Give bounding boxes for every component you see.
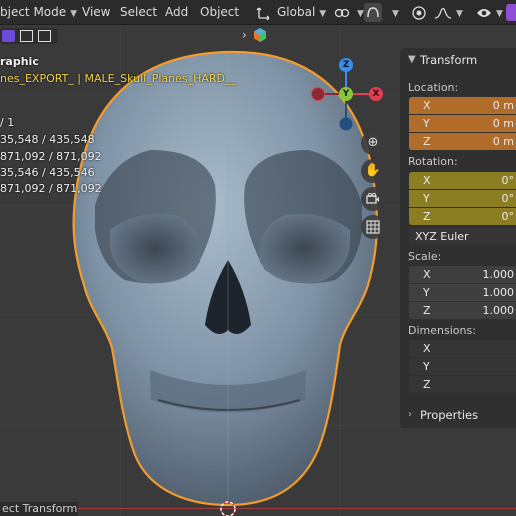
location-x-field[interactable]: X 0 m <box>409 97 516 114</box>
location-label: Location: <box>408 81 459 94</box>
stat-edges: 871,092 / 871,092 <box>0 150 102 163</box>
object-data-icon[interactable] <box>253 27 267 46</box>
properties-panel-header[interactable]: › Properties <box>400 404 516 426</box>
rotation-z-field[interactable]: Z 0° <box>409 208 516 225</box>
select-mode-buttons <box>0 28 58 44</box>
dimensions-y-field[interactable]: Y <box>409 358 516 375</box>
stat-faces: 35,546 / 435,546 <box>0 166 95 179</box>
gizmo-z-axis[interactable]: Z <box>339 58 353 72</box>
rotation-y-field[interactable]: Y 0° <box>409 190 516 207</box>
rotation-mode-dropdown[interactable]: XYZ Euler <box>409 228 516 245</box>
dimensions-z-field[interactable]: Z <box>409 376 516 393</box>
transform-header-label: Transform <box>420 53 478 67</box>
viewport-collection-name: nes_EXPORT_ | MALE_Skull_Planes_HARD__ <box>0 72 237 85</box>
stat-vertices: 35,548 / 435,548 <box>0 133 95 146</box>
grid-view-icon[interactable] <box>361 215 385 239</box>
chevron-right-icon[interactable]: › <box>242 28 247 42</box>
dimensions-label: Dimensions: <box>408 324 476 337</box>
select-extend-icon[interactable] <box>20 30 33 42</box>
camera-icon[interactable] <box>361 187 385 211</box>
properties-header-label: Properties <box>420 408 479 422</box>
pan-hand-icon[interactable]: ✋ <box>361 159 385 183</box>
dimensions-x-field[interactable]: X <box>409 340 516 357</box>
select-new-icon[interactable] <box>2 30 15 42</box>
3d-cursor-icon[interactable] <box>216 498 240 516</box>
scale-z-field[interactable]: Z 1.000 <box>409 302 516 319</box>
scale-label: Scale: <box>408 250 442 263</box>
select-subtract-icon[interactable] <box>38 30 51 42</box>
chevron-right-icon: › <box>408 409 412 420</box>
rotation-label: Rotation: <box>408 155 458 168</box>
chevron-down-icon: ▼ <box>408 54 416 65</box>
last-operator-panel[interactable]: ect Transform <box>0 502 78 516</box>
stat-triangles: 871,092 / 871,092 <box>0 182 102 195</box>
location-z-field[interactable]: Z 0 m <box>409 133 516 150</box>
scale-x-field[interactable]: X 1.000 <box>409 266 516 283</box>
viewport-view-name: raphic <box>0 55 39 68</box>
scale-y-field[interactable]: Y 1.000 <box>409 284 516 301</box>
stat-objects: / 1 <box>0 116 15 129</box>
location-y-field[interactable]: Y 0 m <box>409 115 516 132</box>
gizmo-y-axis[interactable]: Y <box>339 87 353 101</box>
gizmo-x-axis[interactable]: X <box>369 87 383 101</box>
transform-panel-header[interactable]: ▼ Transform <box>400 48 516 72</box>
zoom-icon[interactable]: ⊕ <box>361 131 385 155</box>
rotation-x-field[interactable]: X 0° <box>409 172 516 189</box>
